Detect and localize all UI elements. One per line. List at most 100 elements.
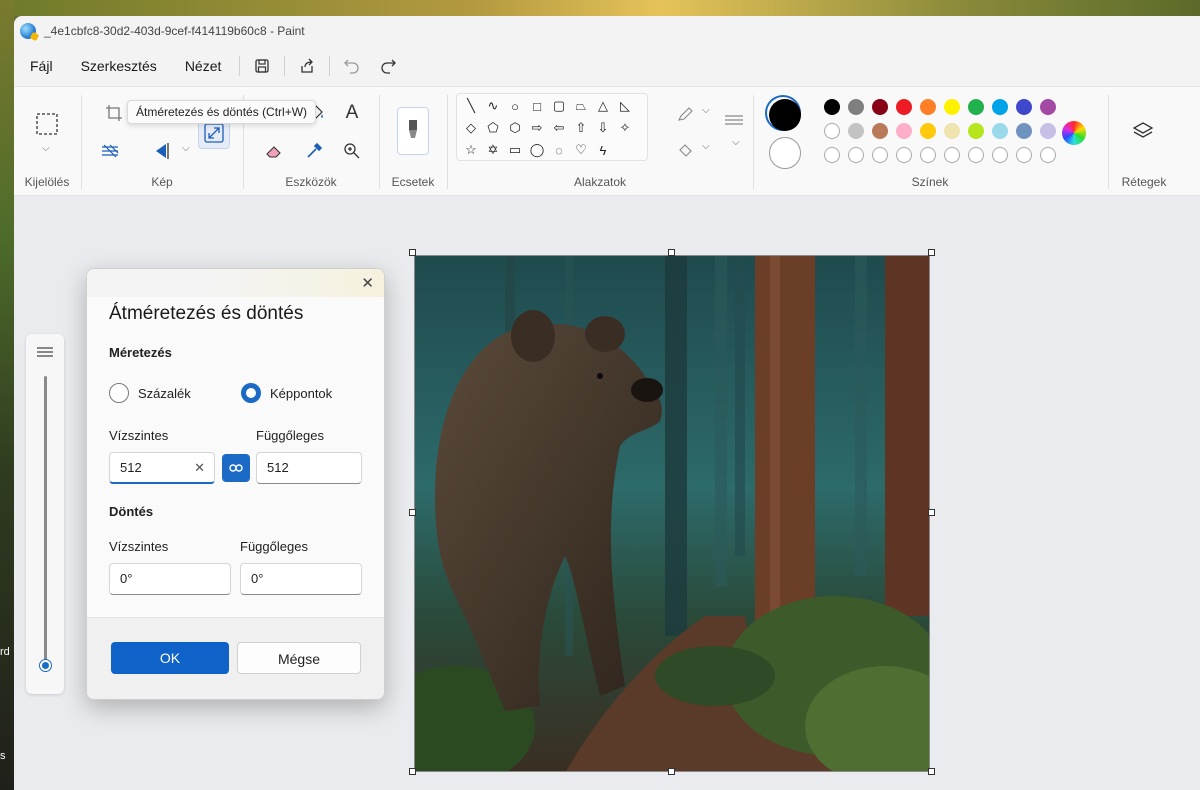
secondary-color-swatch[interactable] [769, 137, 801, 169]
color-swatch[interactable] [944, 99, 960, 115]
resize-handle-bottom-right[interactable] [928, 768, 935, 775]
six-point-star-shape-icon[interactable]: ✡ [483, 140, 503, 160]
right-triangle-shape-icon[interactable]: ◺ [615, 96, 635, 116]
ok-button[interactable]: OK [111, 642, 229, 674]
crop-icon[interactable] [100, 99, 128, 127]
resize-handle-bottom[interactable] [668, 768, 675, 775]
clear-icon[interactable]: ✕ [194, 453, 205, 483]
resize-handle-bottom-left[interactable] [409, 768, 416, 775]
zoom-slider-track[interactable] [44, 376, 47, 662]
oval-callout-shape-icon[interactable]: ◯ [527, 140, 547, 160]
resize-handle-left[interactable] [409, 509, 416, 516]
brush-icon[interactable] [397, 107, 429, 155]
selection-rect-icon[interactable] [32, 109, 62, 139]
redo-icon[interactable] [370, 50, 406, 82]
resize-handle-top[interactable] [668, 249, 675, 256]
custom-color-slot[interactable] [968, 147, 984, 163]
lightning-shape-icon[interactable]: ϟ [593, 140, 613, 160]
five-point-star-shape-icon[interactable]: ☆ [461, 140, 481, 160]
color-swatch[interactable] [920, 123, 936, 139]
chevron-down-icon[interactable]: ⌵ [702, 105, 710, 116]
height-input[interactable]: 512 [256, 452, 362, 484]
pentagon-shape-icon[interactable]: ⬠ [483, 118, 503, 138]
percent-radio[interactable] [109, 383, 129, 403]
arrow-down-shape-icon[interactable]: ⇩ [593, 118, 613, 138]
custom-color-slot[interactable] [1040, 147, 1056, 163]
custom-color-slot[interactable] [896, 147, 912, 163]
color-swatch[interactable] [848, 123, 864, 139]
undo-icon[interactable] [334, 50, 370, 82]
color-swatch[interactable] [872, 99, 888, 115]
color-swatch[interactable] [896, 99, 912, 115]
resize-handle-top-right[interactable] [928, 249, 935, 256]
skew-horizontal-input[interactable]: 0° [109, 563, 231, 595]
diamond-shape-icon[interactable]: ◇ [461, 118, 481, 138]
resize-handle-right[interactable] [928, 509, 935, 516]
hexagon-shape-icon[interactable]: ⬡ [505, 118, 525, 138]
curve-shape-icon[interactable]: ∿ [483, 96, 503, 116]
canvas-image-bear[interactable] [414, 255, 930, 772]
arrow-right-shape-icon[interactable]: ⇨ [527, 118, 547, 138]
width-input[interactable]: 512 ✕ [109, 452, 215, 484]
canvas-area[interactable]: ✕ Átméretezés és döntés Méretezés Százal… [14, 196, 1200, 790]
menu-view[interactable]: Nézet [171, 50, 236, 82]
color-swatch[interactable] [992, 99, 1008, 115]
color-swatch[interactable] [944, 123, 960, 139]
custom-color-slot[interactable] [872, 147, 888, 163]
menu-file[interactable]: Fájl [16, 50, 67, 82]
oval-shape-icon[interactable]: ○ [505, 96, 525, 116]
color-swatch[interactable] [1040, 123, 1056, 139]
color-swatch[interactable] [824, 99, 840, 115]
custom-color-slot[interactable] [1016, 147, 1032, 163]
chevron-down-icon[interactable]: ⌵ [182, 143, 190, 154]
cancel-button[interactable]: Mégse [237, 642, 361, 674]
rounded-rect-shape-icon[interactable]: ▢ [549, 96, 569, 116]
menu-edit[interactable]: Szerkesztés [67, 50, 171, 82]
text-tool-icon[interactable]: A [338, 99, 366, 127]
custom-color-slot[interactable] [992, 147, 1008, 163]
rect-callout-shape-icon[interactable]: ▭ [505, 140, 525, 160]
four-point-star-shape-icon[interactable]: ✧ [615, 118, 635, 138]
color-swatch[interactable] [968, 123, 984, 139]
chevron-down-icon[interactable]: ⌵ [42, 143, 50, 154]
cloud-callout-shape-icon[interactable]: ◌ [549, 140, 569, 160]
heart-shape-icon[interactable]: ♡ [571, 140, 591, 160]
resize-handle-top-left[interactable] [409, 249, 416, 256]
magnifier-icon[interactable] [338, 137, 366, 165]
triangle-shape-icon[interactable]: △ [593, 96, 613, 116]
rectangle-shape-icon[interactable]: □ [527, 96, 547, 116]
select-all-icon[interactable] [96, 137, 124, 165]
flip-icon[interactable] [148, 137, 176, 165]
shape-size-icon[interactable] [720, 107, 748, 135]
edit-colors-icon[interactable] [1062, 121, 1086, 145]
arrow-left-shape-icon[interactable]: ⇦ [549, 118, 569, 138]
color-swatch[interactable] [920, 99, 936, 115]
color-swatch[interactable] [872, 123, 888, 139]
custom-color-slot[interactable] [824, 147, 840, 163]
chevron-down-icon[interactable]: ⌵ [702, 141, 710, 152]
skew-vertical-input[interactable]: 0° [240, 563, 362, 595]
share-icon[interactable] [289, 50, 325, 82]
color-swatch[interactable] [1016, 99, 1032, 115]
polygon-shape-icon[interactable]: ⏢ [571, 96, 591, 116]
color-swatch[interactable] [896, 123, 912, 139]
eraser-icon[interactable] [260, 137, 288, 165]
shape-fill-icon[interactable] [672, 137, 700, 165]
line-shape-icon[interactable]: ╲ [461, 96, 481, 116]
arrow-up-shape-icon[interactable]: ⇧ [571, 118, 591, 138]
save-icon[interactable] [244, 50, 280, 82]
custom-color-slot[interactable] [848, 147, 864, 163]
color-swatch[interactable] [1016, 123, 1032, 139]
shape-outline-icon[interactable] [672, 101, 700, 129]
close-icon[interactable]: ✕ [361, 274, 374, 292]
layers-icon[interactable] [1129, 117, 1157, 145]
color-picker-icon[interactable] [300, 137, 328, 165]
color-swatch[interactable] [992, 123, 1008, 139]
pixels-radio[interactable] [241, 383, 261, 403]
primary-color-swatch[interactable] [769, 99, 801, 131]
color-swatch[interactable] [968, 99, 984, 115]
chevron-down-icon[interactable]: ⌵ [732, 137, 740, 148]
color-swatch[interactable] [1040, 99, 1056, 115]
link-aspect-icon[interactable] [222, 454, 250, 482]
zoom-slider-thumb[interactable] [40, 660, 51, 671]
